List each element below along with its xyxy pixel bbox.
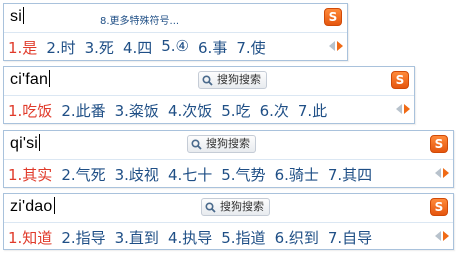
- page-nav: [329, 41, 343, 51]
- pinyin-input[interactable]: si: [10, 7, 24, 26]
- ime-panel-cifan: ci'fan 搜狗搜索 S 1.吃饭 2.此番 3.粢饭 4.次饭 5.吃 6.…: [3, 66, 415, 124]
- candidate-list: 1.是 2.时 3.死 4.四 5.④ 6.事 7.使: [8, 37, 275, 58]
- candidate-item[interactable]: 1.其实: [8, 164, 52, 185]
- page-nav: [396, 104, 410, 114]
- ime-panel-qisi: qi'si 搜狗搜索 S 1.其实 2.气死 3.歧视 4.七十 5.气势 6.…: [3, 130, 454, 188]
- candidate-item[interactable]: 5.气势: [221, 164, 265, 185]
- magnifier-icon: [202, 74, 213, 86]
- candidate-item[interactable]: 5.④: [161, 37, 189, 58]
- candidate-item[interactable]: 4.四: [123, 37, 152, 58]
- candidate-item[interactable]: 6.骑士: [275, 164, 319, 185]
- candidate-item[interactable]: 2.此番: [61, 100, 105, 121]
- sogou-search-button[interactable]: 搜狗搜索: [201, 198, 270, 216]
- candidate-item[interactable]: 4.次饭: [168, 100, 212, 121]
- candidate-item[interactable]: 2.指导: [61, 227, 105, 248]
- candidate-item[interactable]: 3.粢饭: [115, 100, 159, 121]
- candidate-list: 1.其实 2.气死 3.歧视 4.七十 5.气势 6.骑士 7.其四: [8, 164, 381, 185]
- prev-page-icon[interactable]: [435, 168, 441, 178]
- candidate-item[interactable]: 1.吃饭: [8, 100, 52, 121]
- magnifier-icon: [191, 138, 202, 150]
- candidate-item[interactable]: 6.织到: [275, 227, 319, 248]
- candidate-item[interactable]: 5.指道: [221, 227, 265, 248]
- candidate-item[interactable]: 3.直到: [115, 227, 159, 248]
- composition-bar: si 8.更多特殊符号... S: [4, 4, 347, 33]
- composition-bar: qi'si 搜狗搜索 S: [4, 131, 453, 160]
- ime-panel-si: si 8.更多特殊符号... S 1.是 2.时 3.死 4.四 5.④ 6.事…: [3, 3, 348, 61]
- next-page-icon[interactable]: [404, 104, 410, 114]
- sogou-logo-icon[interactable]: S: [391, 71, 409, 89]
- text-caret: [39, 134, 41, 151]
- candidate-bar: 1.是 2.时 3.死 4.四 5.④ 6.事 7.使: [4, 33, 347, 60]
- pinyin-input[interactable]: ci'fan: [10, 70, 51, 89]
- search-button-label: 搜狗搜索: [217, 73, 261, 86]
- candidate-list: 1.知道 2.指导 3.直到 4.执导 5.指道 6.织到 7.自导: [8, 227, 381, 248]
- candidate-item[interactable]: 7.其四: [328, 164, 372, 185]
- sogou-logo-icon[interactable]: S: [430, 135, 448, 153]
- pinyin-input[interactable]: qi'si: [10, 134, 41, 153]
- text-caret: [49, 70, 51, 87]
- candidate-item[interactable]: 2.气死: [61, 164, 105, 185]
- next-page-icon[interactable]: [443, 168, 449, 178]
- search-button-label: 搜狗搜索: [220, 200, 264, 213]
- page-nav: [435, 168, 449, 178]
- candidate-bar: 1.吃饭 2.此番 3.粢饭 4.次饭 5.吃 6.次 7.此: [4, 96, 414, 123]
- composition-bar: ci'fan 搜狗搜索 S: [4, 67, 414, 96]
- candidate-item[interactable]: 7.使: [236, 37, 265, 58]
- text-caret: [53, 197, 55, 214]
- next-page-icon[interactable]: [337, 41, 343, 51]
- candidate-item[interactable]: 3.歧视: [115, 164, 159, 185]
- page-nav: [435, 231, 449, 241]
- candidate-item[interactable]: 6.事: [198, 37, 227, 58]
- candidate-bar: 1.其实 2.气死 3.歧视 4.七十 5.气势 6.骑士 7.其四: [4, 160, 453, 187]
- search-button-label: 搜狗搜索: [206, 137, 250, 150]
- ime-panel-zidao: zi'dao 搜狗搜索 S 1.知道 2.指导 3.直到 4.执导 5.指道 6…: [3, 193, 454, 250]
- sogou-search-button[interactable]: 搜狗搜索: [198, 71, 267, 89]
- prev-page-icon[interactable]: [396, 104, 402, 114]
- special-symbols-hint[interactable]: 8.更多特殊符号...: [100, 12, 179, 27]
- candidate-item[interactable]: 1.知道: [8, 227, 52, 248]
- composition-bar: zi'dao 搜狗搜索 S: [4, 194, 453, 223]
- magnifier-icon: [205, 201, 216, 213]
- candidate-item[interactable]: 2.时: [46, 37, 75, 58]
- next-page-icon[interactable]: [443, 231, 449, 241]
- prev-page-icon[interactable]: [329, 41, 335, 51]
- candidate-item[interactable]: 7.此: [298, 100, 327, 121]
- candidate-item[interactable]: 5.吃: [221, 100, 250, 121]
- sogou-search-button[interactable]: 搜狗搜索: [187, 135, 256, 153]
- candidate-item[interactable]: 3.死: [85, 37, 114, 58]
- candidate-item[interactable]: 4.执导: [168, 227, 212, 248]
- candidate-item[interactable]: 1.是: [8, 37, 37, 58]
- candidate-list: 1.吃饭 2.此番 3.粢饭 4.次饭 5.吃 6.次 7.此: [8, 100, 336, 121]
- pinyin-input[interactable]: zi'dao: [10, 197, 55, 216]
- candidate-item[interactable]: 4.七十: [168, 164, 212, 185]
- candidate-bar: 1.知道 2.指导 3.直到 4.执导 5.指道 6.织到 7.自导: [4, 223, 453, 250]
- sogou-logo-icon[interactable]: S: [430, 198, 448, 216]
- candidate-item[interactable]: 7.自导: [328, 227, 372, 248]
- text-caret: [22, 7, 24, 24]
- candidate-item[interactable]: 6.次: [260, 100, 289, 121]
- sogou-logo-icon[interactable]: S: [324, 8, 342, 26]
- prev-page-icon[interactable]: [435, 231, 441, 241]
